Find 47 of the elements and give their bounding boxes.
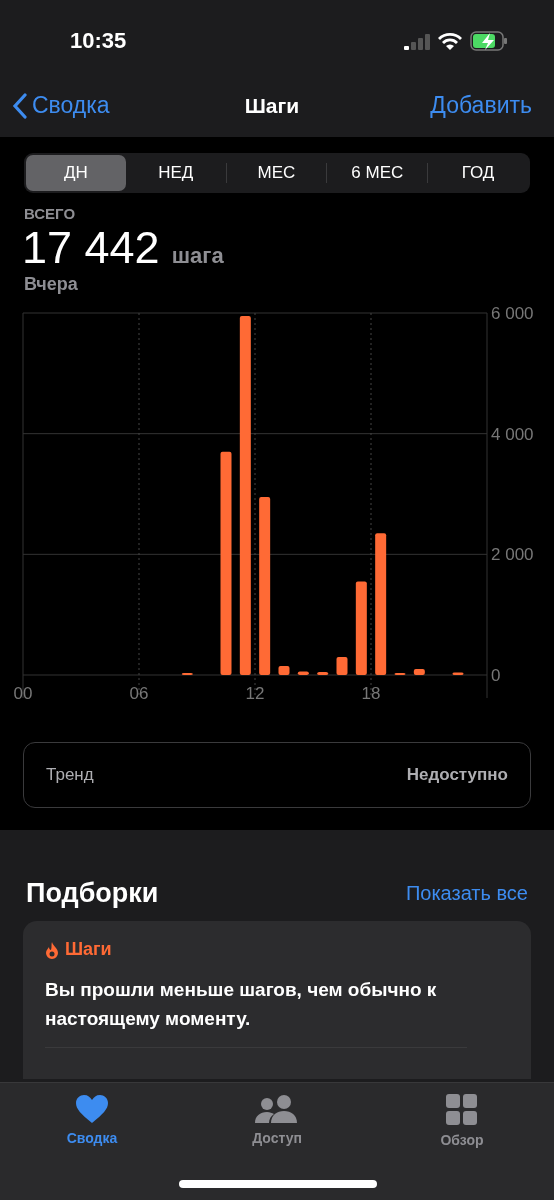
section-title: Подборки bbox=[26, 878, 159, 909]
tab-bar-item[interactable]: Доступ bbox=[231, 1093, 323, 1157]
tab-bar-item[interactable]: Обзор bbox=[416, 1093, 508, 1157]
total-caption: ВСЕГО bbox=[24, 205, 77, 222]
screen-title: Шаги bbox=[244, 93, 300, 118]
trend-label: Тренд bbox=[46, 765, 94, 785]
bar bbox=[452, 672, 464, 675]
y-tick-label: 2 000 bbox=[491, 545, 534, 565]
battery-icon bbox=[470, 31, 508, 51]
people-icon bbox=[254, 1094, 300, 1124]
show-all-link[interactable]: Показать все bbox=[405, 882, 528, 905]
grid-icon bbox=[446, 1094, 478, 1126]
period-segment[interactable]: НЕД bbox=[125, 155, 226, 191]
period-segment[interactable]: ДН bbox=[26, 155, 126, 191]
step-count: 17 442 bbox=[22, 222, 160, 274]
step-unit: шага bbox=[171, 243, 224, 269]
status-time: 10:35 bbox=[70, 28, 127, 54]
wifi-icon bbox=[438, 32, 462, 50]
period-segment[interactable]: 6 МЕС bbox=[327, 155, 428, 191]
bar bbox=[413, 668, 425, 675]
y-tick-label: 6 000 bbox=[491, 304, 534, 323]
highlight-category: Шаги bbox=[65, 939, 112, 960]
x-tick-label: 06 bbox=[129, 684, 149, 703]
bar bbox=[317, 672, 329, 675]
x-tick-label: 18 bbox=[361, 684, 381, 703]
period-segment[interactable]: ГОД bbox=[428, 155, 528, 191]
signal-icon bbox=[404, 32, 430, 50]
y-tick-label: 4 000 bbox=[491, 424, 534, 444]
bar bbox=[336, 656, 348, 675]
tab-bar-item[interactable]: Сводка bbox=[46, 1093, 138, 1157]
trend-value: Недоступно bbox=[406, 765, 508, 785]
chevron-left-icon bbox=[12, 92, 28, 119]
date-label: Вчера bbox=[24, 274, 79, 295]
trend-card[interactable]: Тренд Недоступно bbox=[23, 742, 531, 808]
add-link[interactable]: Добавить bbox=[430, 92, 532, 119]
back-label[interactable]: Сводка bbox=[32, 92, 110, 119]
x-tick-label: 12 bbox=[245, 684, 265, 703]
highlight-card[interactable]: Шаги Вы прошли меньше шагов, чем обычно к настоящему моменту. bbox=[23, 921, 531, 1079]
y-tick-label: 0 bbox=[491, 666, 501, 685]
bar bbox=[297, 671, 309, 675]
bar bbox=[278, 665, 290, 675]
back-link[interactable]: Сводка bbox=[12, 92, 110, 119]
heart-icon bbox=[75, 1094, 109, 1124]
highlight-text: Вы прошли меньше шагов, чем обычно к настоящему моменту. bbox=[45, 978, 438, 1031]
period-segment[interactable]: МЕС bbox=[226, 155, 327, 191]
x-tick-label: 00 bbox=[13, 684, 33, 703]
flame-icon bbox=[45, 940, 59, 959]
